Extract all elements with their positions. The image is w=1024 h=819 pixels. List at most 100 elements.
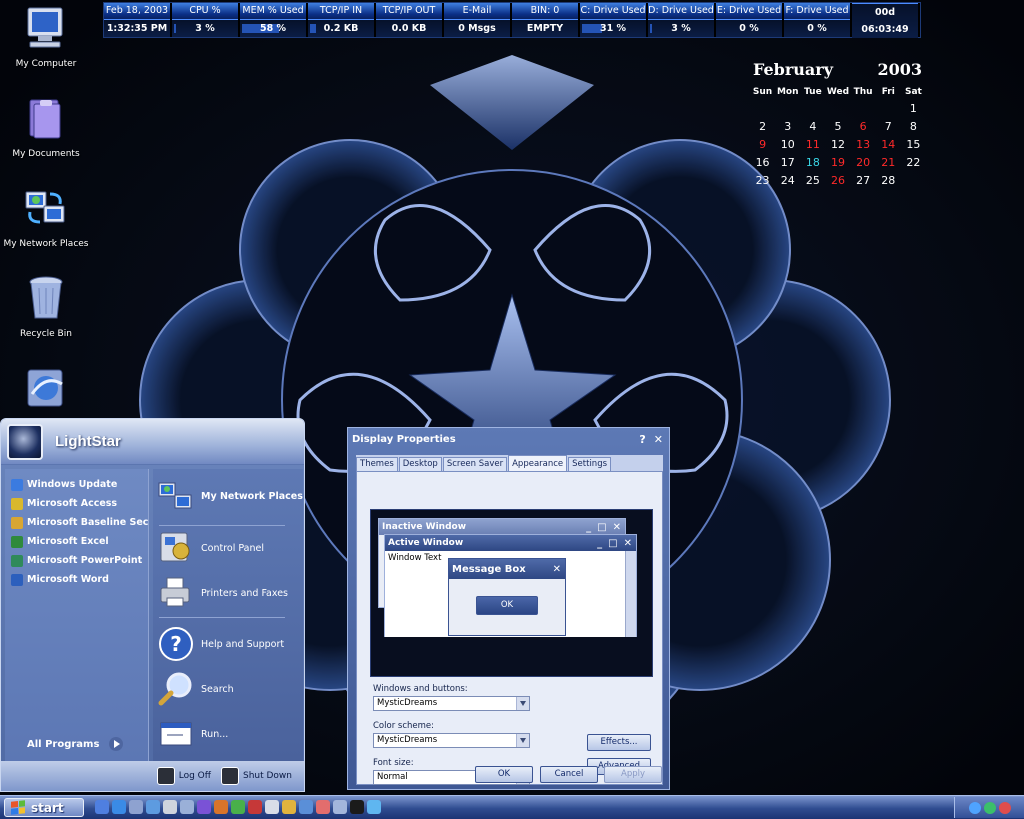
pinned-program[interactable]: Microsoft Word	[5, 570, 148, 589]
run-icon	[160, 722, 192, 746]
calendar-day: 25	[805, 173, 820, 187]
place-help-and-support[interactable]: ? Help and Support	[157, 625, 284, 663]
apply-button[interactable]: Apply	[604, 766, 662, 783]
cancel-button[interactable]: Cancel	[540, 766, 598, 783]
show-desktop-icon[interactable]	[95, 800, 109, 814]
monitor-header: TCP/IP OUT	[376, 3, 442, 20]
chevron-down-icon[interactable]	[516, 697, 529, 710]
shut-down-button[interactable]: Shut Down	[220, 767, 292, 785]
tab-screen-saver[interactable]: Screen Saver	[442, 457, 508, 471]
monitor-value: 31 %	[599, 23, 627, 34]
desktop-icon-recycle-bin[interactable]: Recycle Bin	[0, 274, 92, 339]
tab-settings[interactable]: Settings	[568, 457, 612, 471]
start-button[interactable]: start	[4, 798, 84, 817]
pinned-program[interactable]: Microsoft Access	[5, 494, 148, 513]
all-programs-button[interactable]: All Programs	[27, 737, 124, 751]
help-title-button[interactable]: ?	[639, 433, 645, 446]
network-tray-icon[interactable]	[968, 801, 981, 814]
pencil-icon[interactable]	[316, 800, 330, 814]
windows-buttons-select[interactable]: MysticDreams	[373, 696, 530, 711]
firefox-icon[interactable]	[214, 800, 228, 814]
dialog-body: Themes Desktop Screen Saver Appearance Setti…	[356, 455, 663, 785]
calendar-day: 4	[809, 119, 817, 133]
place-label: Search	[201, 683, 234, 695]
calendar-day	[825, 99, 850, 117]
calendar-day: 2	[759, 119, 767, 133]
home-icon[interactable]	[282, 800, 296, 814]
ok-button[interactable]: OK	[475, 766, 533, 783]
color-scheme-select[interactable]: MysticDreams	[373, 733, 530, 748]
security-tray-icon[interactable]	[998, 801, 1011, 814]
weekday-header: Mon	[776, 87, 799, 97]
diamond-icon[interactable]	[367, 800, 381, 814]
calendar-day: 17	[780, 155, 795, 169]
pinned-program-label: Microsoft Baseline Securi...	[27, 517, 148, 528]
start-menu: LightStar Windows Update Microsoft Access…	[0, 418, 305, 792]
computer-icon[interactable]	[180, 800, 194, 814]
media-player-icon[interactable]	[129, 800, 143, 814]
desktop-calendar: February 2003 Sun Mon Tue Wed Thu Fri Sat 1234…	[750, 60, 926, 189]
close-title-button[interactable]: ✕	[654, 433, 663, 446]
r-letter-icon[interactable]	[265, 800, 279, 814]
paint-icon[interactable]	[197, 800, 211, 814]
monitor-value: 3 %	[195, 23, 215, 34]
calendar-day: 6	[859, 119, 867, 133]
calendar-day: 18	[805, 155, 820, 169]
pinned-program[interactable]: Microsoft Excel	[5, 532, 148, 551]
desktop-icon-my-documents[interactable]: My Documents	[0, 94, 92, 159]
settings-icon[interactable]	[333, 800, 347, 814]
monitor-cell: F: Drive Used 0 %	[784, 3, 851, 37]
dialog-title-bar[interactable]: Display Properties ? ✕	[348, 428, 669, 450]
pinned-program[interactable]: Windows Update	[5, 475, 148, 494]
tab-desktop[interactable]: Desktop	[398, 457, 442, 471]
monitor-value-box: EMPTY	[512, 20, 578, 37]
windows-buttons-value: MysticDreams	[377, 698, 438, 708]
monitor-value-box: 0 %	[716, 20, 782, 37]
place-printers-and-faxes[interactable]: Printers and Faxes	[157, 574, 288, 612]
monitor-value: 0 %	[807, 23, 827, 34]
command-prompt-icon[interactable]	[350, 800, 364, 814]
excel-icon	[11, 535, 23, 548]
usage-bar-fill	[650, 24, 652, 33]
tab-appearance[interactable]: Appearance	[508, 455, 568, 471]
monitor-cell: E-Mail 0 Msgs	[444, 3, 511, 37]
place-run[interactable]: Run...	[157, 715, 228, 753]
monitor-value: 0.0 KB	[391, 23, 427, 34]
monitor-header: BIN: 0	[512, 3, 578, 20]
red-orb-icon[interactable]	[248, 800, 262, 814]
place-control-panel[interactable]: Control Panel	[157, 529, 264, 567]
printer-icon	[160, 577, 190, 607]
pinned-program[interactable]: Microsoft Baseline Securi...	[5, 513, 148, 532]
weekday-header: Fri	[881, 87, 895, 97]
globe-icon[interactable]	[146, 800, 160, 814]
monitor-value-box: 1:32:35 PM	[104, 20, 170, 37]
mail-icon[interactable]	[299, 800, 313, 814]
color-scheme-label: Color scheme:	[373, 721, 434, 731]
close-icon: ✕	[612, 521, 621, 533]
log-off-button[interactable]: Log Off	[156, 767, 211, 785]
arrow-right-icon	[109, 737, 124, 751]
pinned-program-label: Windows Update	[27, 479, 118, 490]
desktop-icon-label: My Documents	[12, 149, 80, 159]
pinned-program[interactable]: Microsoft PowerPoint	[5, 551, 148, 570]
printer-icon[interactable]	[163, 800, 177, 814]
chevron-down-icon[interactable]	[516, 734, 529, 747]
avatar[interactable]	[7, 423, 43, 460]
desktop-icon-my-network-places[interactable]: My Network Places	[0, 184, 92, 249]
effects-button[interactable]: Effects...	[587, 734, 651, 751]
green-orb-icon[interactable]	[231, 800, 245, 814]
desktop-icon-internet-explorer[interactable]	[0, 364, 92, 419]
desktop-icon-my-computer[interactable]: My Computer	[0, 4, 92, 69]
volume-tray-icon[interactable]	[983, 801, 996, 814]
place-search[interactable]: Search	[157, 670, 234, 708]
all-programs-label: All Programs	[27, 738, 100, 750]
place-my-network-places[interactable]: My Network Places	[157, 477, 303, 515]
weekday-header: Sun	[752, 87, 773, 97]
pinned-program-label: Microsoft Excel	[27, 536, 109, 547]
monitor-header: CPU %	[172, 3, 238, 20]
calendar-day: 20	[856, 155, 871, 169]
monitor-value-box: 3 %	[172, 20, 238, 37]
internet-explorer-icon[interactable]	[112, 800, 126, 814]
control-panel-icon	[160, 532, 190, 562]
tab-themes[interactable]: Themes	[356, 457, 398, 471]
